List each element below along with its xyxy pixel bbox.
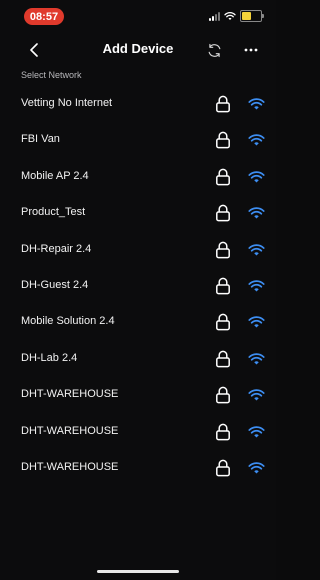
network-name: Mobile Solution 2.4 [21, 315, 115, 328]
lock-icon [216, 350, 230, 368]
network-name: DHT-WAREHOUSE [21, 460, 119, 473]
home-indicator[interactable] [97, 570, 179, 573]
wifi-icon [248, 389, 265, 401]
screen: 08:57 Add Device Select Network Vetting … [0, 0, 276, 580]
more-button[interactable] [241, 40, 261, 60]
network-name: DH-Lab 2.4 [21, 351, 78, 364]
network-name: DH-Guest 2.4 [21, 278, 89, 291]
wifi-icon [248, 316, 265, 328]
lock-icon [216, 459, 230, 477]
refresh-icon [208, 43, 220, 57]
section-label: Select Network [21, 70, 82, 80]
lock-icon [216, 386, 230, 404]
more-icon [244, 48, 258, 52]
network-name: DHT-WAREHOUSE [21, 388, 119, 401]
lock-icon [216, 204, 230, 222]
refresh-button[interactable] [204, 40, 224, 60]
status-time: 08:57 [24, 8, 64, 25]
page-title: Add Device [102, 41, 174, 56]
lock-icon [216, 277, 230, 295]
wifi-icon [248, 207, 265, 219]
network-name: FBI Van [21, 133, 60, 146]
cellular-signal-icon [209, 11, 220, 21]
network-row[interactable]: Mobile Solution 2.4 [0, 304, 276, 340]
network-row[interactable]: Vetting No Internet [0, 86, 276, 122]
status-bar: 08:57 [0, 0, 276, 28]
network-name: DHT-WAREHOUSE [21, 424, 119, 437]
lock-icon [216, 132, 230, 149]
wifi-status-icon [224, 12, 236, 20]
network-name: Mobile AP 2.4 [21, 169, 89, 182]
network-row[interactable]: DHT-WAREHOUSE [0, 377, 276, 413]
network-row[interactable]: DH-Repair 2.4 [0, 232, 276, 268]
network-row[interactable]: Product_Test [0, 195, 276, 231]
wifi-icon [248, 462, 265, 474]
wifi-icon [248, 98, 265, 110]
network-row[interactable]: DH-Lab 2.4 [0, 341, 276, 377]
network-name: Product_Test [21, 206, 86, 219]
wifi-icon [248, 171, 265, 183]
lock-icon [216, 168, 230, 186]
status-icons [209, 9, 264, 23]
battery-icon [240, 10, 264, 22]
lock-icon [216, 241, 230, 258]
wifi-icon [248, 353, 265, 365]
network-row[interactable]: DHT-WAREHOUSE [0, 414, 276, 450]
wifi-icon [248, 280, 265, 292]
wifi-icon [248, 243, 265, 256]
wifi-icon [248, 425, 265, 438]
lock-icon [216, 423, 230, 440]
network-row[interactable]: Mobile AP 2.4 [0, 159, 276, 195]
lock-icon [216, 314, 230, 331]
header: Add Device [0, 36, 276, 64]
wifi-icon [248, 134, 265, 146]
network-row[interactable]: FBI Van [0, 122, 276, 158]
network-list: Vetting No Internet FBI Van Mobile AP 2.… [0, 86, 276, 486]
network-row[interactable]: DH-Guest 2.4 [0, 268, 276, 304]
lock-icon [216, 95, 230, 113]
network-row[interactable]: DHT-WAREHOUSE [0, 450, 276, 486]
network-name: Vetting No Internet [21, 97, 113, 109]
network-name: DH-Repair 2.4 [21, 242, 92, 255]
